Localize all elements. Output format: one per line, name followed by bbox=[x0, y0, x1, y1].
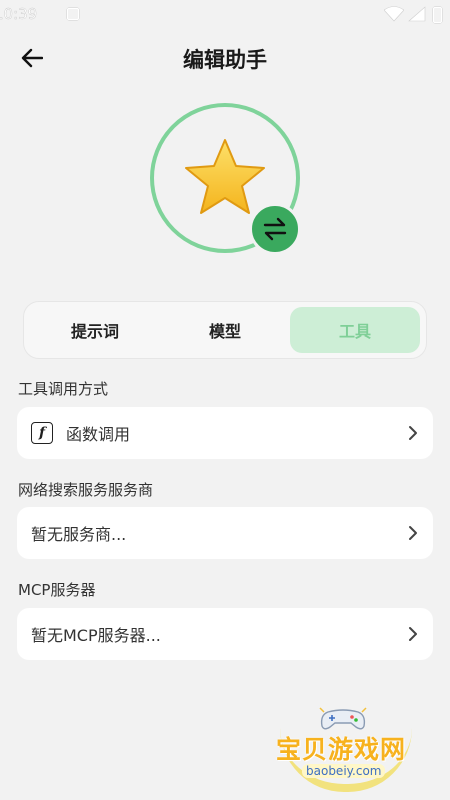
watermark-brand: 宝贝游戏网 bbox=[276, 735, 407, 764]
mcp-server-selector[interactable]: 暂无MCP服务器... bbox=[17, 608, 433, 660]
tab-model[interactable]: 模型 bbox=[160, 307, 290, 353]
swap-icon bbox=[263, 217, 287, 241]
tab-prompt[interactable]: 提示词 bbox=[30, 307, 160, 353]
web-search-provider-value: 暂无服务商... bbox=[31, 525, 127, 544]
swap-avatar-button[interactable] bbox=[249, 203, 301, 255]
header: 编辑助手 bbox=[0, 36, 450, 80]
tool-call-value: 函数调用 bbox=[66, 425, 131, 444]
mcp-section-label: MCP服务器 bbox=[18, 581, 96, 599]
notification-icon bbox=[67, 8, 79, 20]
chevron-right-icon bbox=[407, 626, 419, 642]
page-title: 编辑助手 bbox=[183, 48, 267, 72]
battery-icon bbox=[433, 7, 442, 23]
function-icon: f bbox=[31, 422, 53, 444]
status-time: 10:39 bbox=[0, 5, 38, 23]
assistant-avatar[interactable] bbox=[150, 103, 301, 255]
gamepad-icon bbox=[319, 707, 367, 730]
watermark-url: baobeiy.com bbox=[302, 764, 386, 778]
tab-bar: 提示词 模型 工具 bbox=[23, 301, 427, 359]
signal-icon bbox=[408, 6, 426, 22]
star-icon bbox=[185, 139, 265, 214]
tool-call-section-label: 工具调用方式 bbox=[18, 380, 109, 398]
mcp-server-value: 暂无MCP服务器... bbox=[31, 626, 161, 645]
web-search-provider-selector[interactable]: 暂无服务商... bbox=[17, 507, 433, 559]
tab-tools[interactable]: 工具 bbox=[290, 307, 420, 353]
chevron-right-icon bbox=[407, 525, 419, 541]
tool-call-selector[interactable]: f 函数调用 bbox=[17, 407, 433, 459]
site-watermark: 宝贝游戏网 baobeiy.com bbox=[272, 707, 422, 796]
wifi-icon bbox=[384, 6, 404, 22]
status-bar: 10:39 bbox=[0, 0, 450, 30]
web-search-section-label: 网络搜索服务服务商 bbox=[18, 481, 154, 499]
chevron-right-icon bbox=[407, 425, 419, 441]
